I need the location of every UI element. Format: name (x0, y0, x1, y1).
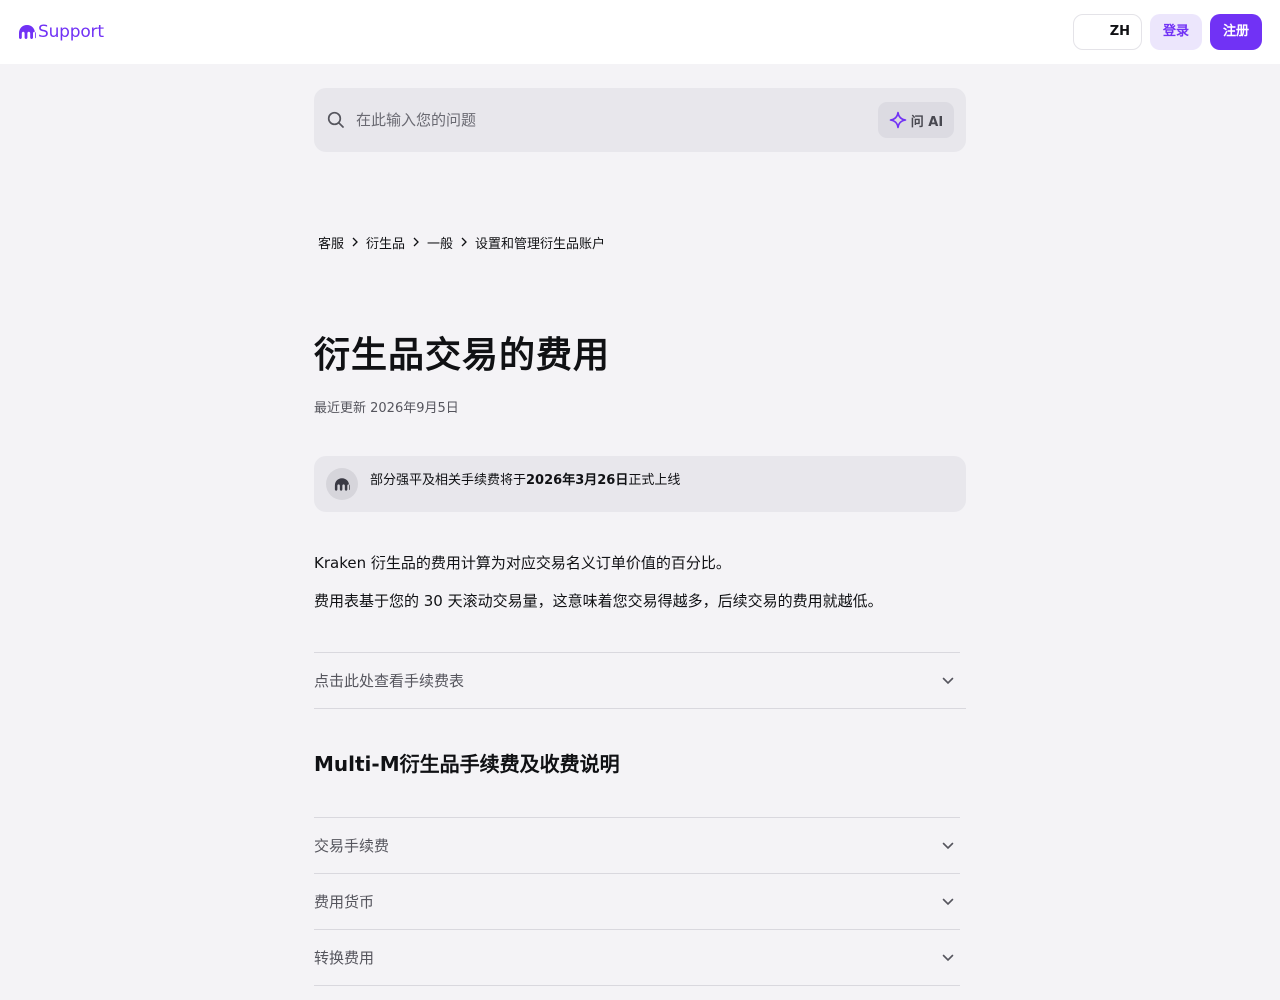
chevron-down-icon (942, 954, 954, 961)
chevron-right-icon (352, 237, 358, 247)
kraken-logo-icon (19, 25, 36, 39)
logo-text: Support (38, 22, 104, 42)
fee-schedule-paragraph: 费用表基于您的 30 天滚动交易量，这意味着您交易得越多，后续交易的费用就越低。 (314, 592, 883, 610)
announcement-suffix: 正式上线 (628, 473, 681, 488)
chevron-right-icon (413, 237, 419, 247)
breadcrumb-item-account-setup[interactable]: 设置和管理衍生品账户 (475, 233, 605, 252)
accordion-label: 转换费用 (314, 949, 375, 967)
ask-ai-button[interactable]: 问 AI (878, 102, 954, 138)
support-logo[interactable]: Support (18, 20, 104, 44)
kraken-logo-icon (334, 477, 350, 491)
fee-table-accordion[interactable]: 点击此处查看手续费表 (314, 652, 960, 708)
breadcrumb: 客服 衍生品 一般 设置和管理衍生品账户 (318, 232, 605, 252)
sparkle-icon (889, 111, 907, 129)
accordion-label: 点击此处查看手续费表 (314, 672, 465, 690)
language-selector[interactable]: ZH (1073, 14, 1142, 50)
search-bar: 问 AI (314, 88, 966, 152)
last-updated-date: 最近更新 2026年9月5日 (314, 401, 459, 416)
announcement-banner: 部分强平及相关手续费将于2026年3月26日正式上线 (314, 456, 966, 512)
divider (314, 708, 966, 709)
conversion-fees-accordion[interactable]: 转换费用 (314, 929, 960, 985)
announcement-date: 2026年3月26日 (526, 473, 629, 488)
search-icon (327, 111, 344, 128)
intro-paragraph: Kraken 衍生品的费用计算为对应交易名义订单价值的百分比。 (314, 554, 731, 572)
chevron-down-icon (942, 842, 954, 849)
chevron-down-icon (942, 677, 954, 684)
divider (314, 985, 960, 986)
login-button[interactable]: 登录 (1150, 14, 1202, 50)
page-title: 衍生品交易的费用 (314, 335, 611, 376)
trading-fees-accordion[interactable]: 交易手续费 (314, 817, 960, 873)
chevron-down-icon (942, 898, 954, 905)
breadcrumb-item-derivatives[interactable]: 衍生品 (366, 233, 405, 252)
avatar (326, 468, 358, 500)
breadcrumb-item-general[interactable]: 一般 (427, 233, 453, 252)
fee-currency-accordion[interactable]: 费用货币 (314, 873, 960, 929)
announcement-prefix: 部分强平及相关手续费将于 (370, 473, 527, 488)
signup-button[interactable]: 注册 (1210, 14, 1262, 50)
search-input[interactable] (356, 106, 856, 134)
top-navigation-bar: Support ZH 登录 注册 (0, 0, 1280, 64)
accordion-label: 交易手续费 (314, 837, 390, 855)
ask-ai-label: 问 AI (910, 114, 944, 130)
section-title: Multi-M衍生品手续费及收费说明 (314, 752, 620, 776)
announcement-text: 部分强平及相关手续费将于2026年3月26日正式上线 (370, 469, 680, 488)
accordion-label: 费用货币 (314, 893, 375, 911)
chevron-right-icon (461, 237, 467, 247)
breadcrumb-item-support[interactable]: 客服 (318, 233, 344, 252)
